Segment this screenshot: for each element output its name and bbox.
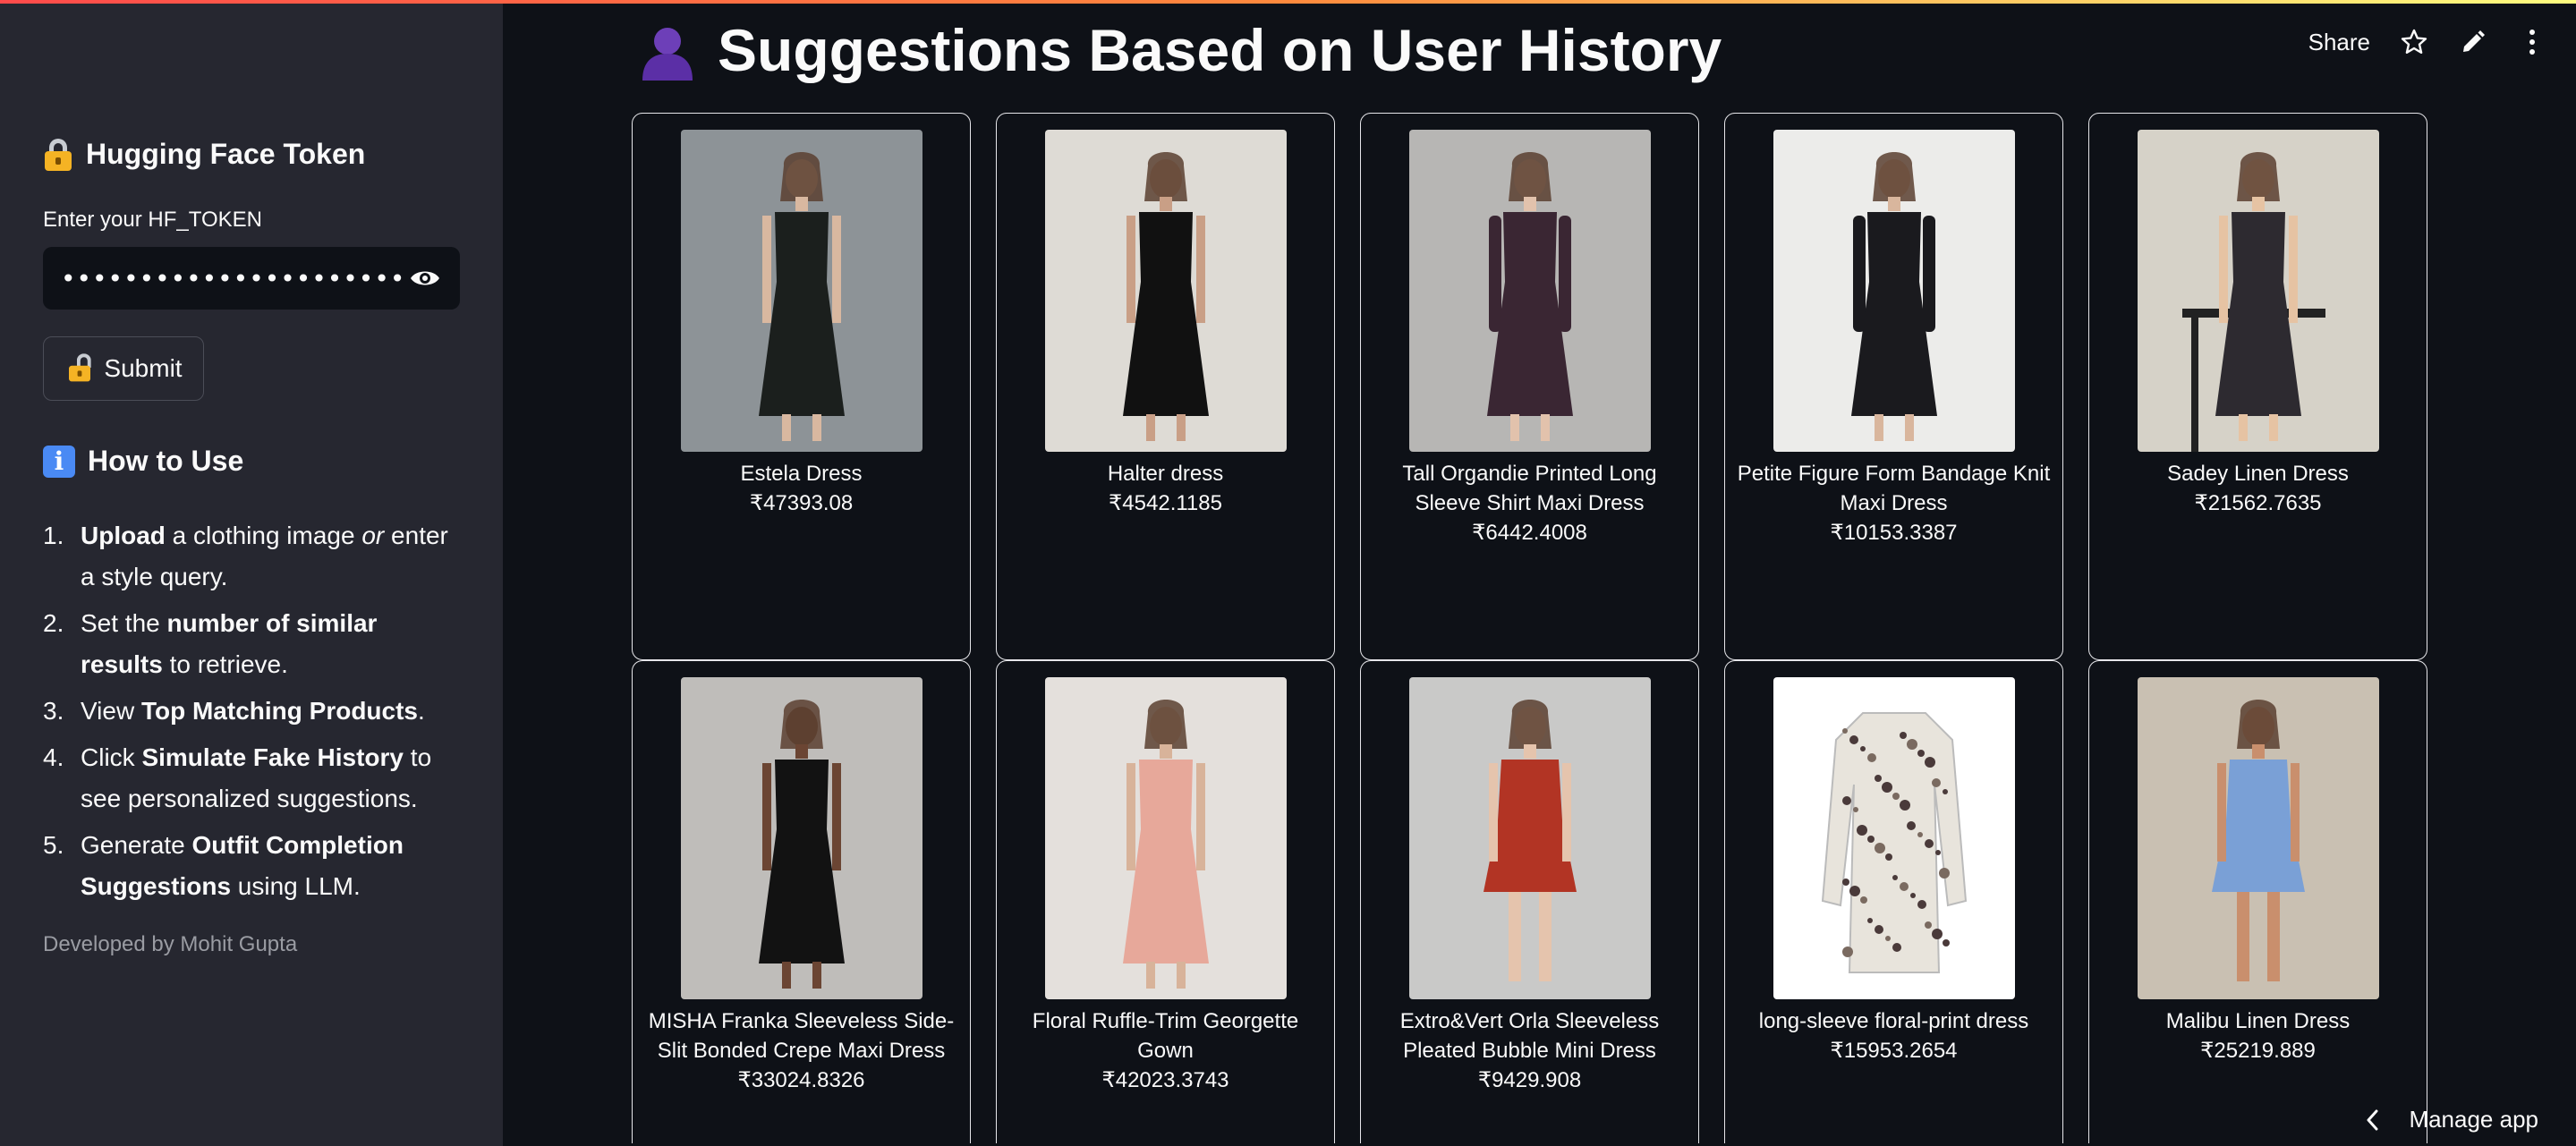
step-number: 5. — [43, 831, 64, 859]
step-number: 2. — [43, 609, 64, 637]
step-text: Click Simulate Fake History to see perso… — [81, 737, 463, 819]
product-image — [1044, 130, 1287, 452]
product-card: Floral Ruffle-Trim Georgette Gown ₹42023.… — [996, 660, 1335, 1143]
product-price: ₹6442.4008 — [1472, 521, 1587, 545]
edit-pencil-icon[interactable] — [2458, 27, 2488, 57]
product-card: Halter dress ₹4542.1185 — [996, 113, 1335, 660]
howto-step: 3. View Top Matching Products. — [43, 691, 463, 732]
step-text: Set the number of similar results to ret… — [81, 603, 463, 685]
product-price: ₹15953.2654 — [1830, 1039, 1958, 1063]
product-image — [1773, 677, 2015, 999]
product-price: ₹33024.8326 — [737, 1068, 865, 1092]
page-title-text: Suggestions Based on User History — [718, 17, 1722, 83]
howto-step: 5. Generate Outfit Completion Suggestions… — [43, 825, 463, 907]
app-toolbar: Share — [2308, 27, 2547, 57]
step-text-part: or — [361, 522, 385, 549]
step-text-part: . — [418, 697, 425, 725]
product-name: Estela Dress — [740, 462, 863, 486]
step-text: Generate Outfit Completion Suggestions u… — [81, 825, 463, 907]
product-price: ₹10153.3387 — [1830, 521, 1958, 545]
suggestions-grid: Estela Dress ₹47393.08 Halter dress ₹4542.1… — [632, 113, 2430, 1143]
submit-button[interactable]: Submit — [43, 336, 204, 401]
howto-heading-text: How to Use — [88, 445, 244, 477]
step-text-part: a clothing image — [165, 522, 362, 549]
step-number: 4. — [43, 743, 64, 771]
step-text: Upload a clothing image or enter a style… — [81, 515, 463, 598]
step-number: 1. — [43, 522, 64, 549]
product-price: ₹42023.3743 — [1101, 1068, 1229, 1092]
product-image — [680, 677, 922, 999]
step-text-part: Top Matching Products — [140, 697, 418, 725]
howto-step: 4. Click Simulate Fake History to see per… — [43, 737, 463, 819]
product-image — [1044, 677, 1287, 999]
product-name: Sadey Linen Dress — [2167, 462, 2349, 486]
step-text: View Top Matching Products. — [81, 691, 425, 732]
submit-button-label: Submit — [104, 354, 183, 382]
developer-credit: Developed by Mohit Gupta — [43, 932, 298, 956]
product-image — [2137, 130, 2379, 452]
howto-step: 2. Set the number of similar results to r… — [43, 603, 463, 685]
hf-token-label: Enter your HF_TOKEN — [43, 208, 262, 232]
info-icon: i — [43, 445, 75, 478]
product-price: ₹4542.1185 — [1109, 491, 1222, 515]
product-image — [2137, 677, 2379, 999]
lock-key-icon — [43, 138, 73, 171]
product-card: MISHA Franka Sleeveless Side-Slit Bonded… — [632, 660, 971, 1143]
product-price: ₹25219.889 — [2200, 1039, 2316, 1063]
product-card: Sadey Linen Dress ₹21562.7635 — [2088, 113, 2427, 660]
step-text-part: Click — [81, 743, 142, 771]
product-name: Halter dress — [1107, 462, 1224, 486]
product-card: Estela Dress ₹47393.08 — [632, 113, 971, 660]
hf-token-input[interactable] — [61, 263, 408, 293]
product-name: Extro&Vert Orla Sleeveless Pleated Bubbl… — [1399, 1009, 1660, 1063]
product-image — [680, 130, 922, 452]
product-price: ₹9429.908 — [1477, 1068, 1582, 1092]
page-title: Suggestions Based on User History — [637, 16, 1722, 84]
top-decoration-bar — [0, 0, 2576, 4]
product-name: Petite Figure Form Bandage Knit Maxi Dre… — [1737, 462, 2051, 515]
chevron-left-icon — [2367, 1109, 2378, 1130]
howto-heading: i How to Use — [43, 445, 243, 478]
user-silhouette-icon — [642, 28, 693, 81]
token-heading: Hugging Face Token — [43, 138, 365, 171]
product-image — [1773, 130, 2015, 452]
token-heading-text: Hugging Face Token — [86, 138, 366, 170]
step-text-part: Upload — [81, 522, 166, 549]
manage-app-label: Manage app — [2409, 1106, 2538, 1133]
step-text-part: using LLM. — [231, 872, 361, 900]
unlocked-icon — [68, 353, 92, 382]
show-password-icon[interactable] — [408, 261, 442, 295]
product-name: Malibu Linen Dress — [2165, 1009, 2351, 1033]
product-name: MISHA Franka Sleeveless Side-Slit Bonded… — [648, 1009, 955, 1063]
step-text-part: to retrieve. — [162, 650, 288, 678]
step-text-part: Simulate Fake History — [141, 743, 404, 771]
hf-token-field[interactable] — [43, 247, 460, 310]
step-text-part: View — [81, 697, 141, 725]
product-card: Tall Organdie Printed Long Sleeve Shirt … — [1360, 113, 1699, 660]
step-text-part: Set the — [81, 609, 167, 637]
product-image — [1408, 677, 1651, 999]
howto-steps-list: 1. Upload a clothing image or enter a sty… — [43, 515, 463, 913]
star-icon[interactable] — [2399, 27, 2429, 57]
product-card: long-sleeve floral-print dress ₹15953.265… — [1724, 660, 2063, 1143]
product-name: Tall Organdie Printed Long Sleeve Shirt … — [1402, 462, 1657, 515]
product-image — [1408, 130, 1651, 452]
product-name: long-sleeve floral-print dress — [1758, 1009, 2029, 1033]
product-card: Malibu Linen Dress ₹25219.889 — [2088, 660, 2427, 1143]
product-price: ₹21562.7635 — [2194, 491, 2322, 515]
product-name: Floral Ruffle-Trim Georgette Gown — [1032, 1009, 1299, 1063]
sidebar: Hugging Face Token Enter your HF_TOKEN S… — [0, 0, 503, 1146]
step-text-part: Generate — [81, 831, 192, 859]
share-button[interactable]: Share — [2308, 29, 2370, 56]
howto-step: 1. Upload a clothing image or enter a sty… — [43, 515, 463, 598]
product-price: ₹47393.08 — [749, 491, 854, 515]
manage-app-button[interactable]: Manage app — [2366, 1106, 2538, 1133]
product-card: Petite Figure Form Bandage Knit Maxi Dre… — [1724, 113, 2063, 660]
step-number: 3. — [43, 697, 64, 725]
product-card: Extro&Vert Orla Sleeveless Pleated Bubbl… — [1360, 660, 1699, 1143]
more-options-icon[interactable] — [2517, 27, 2547, 57]
